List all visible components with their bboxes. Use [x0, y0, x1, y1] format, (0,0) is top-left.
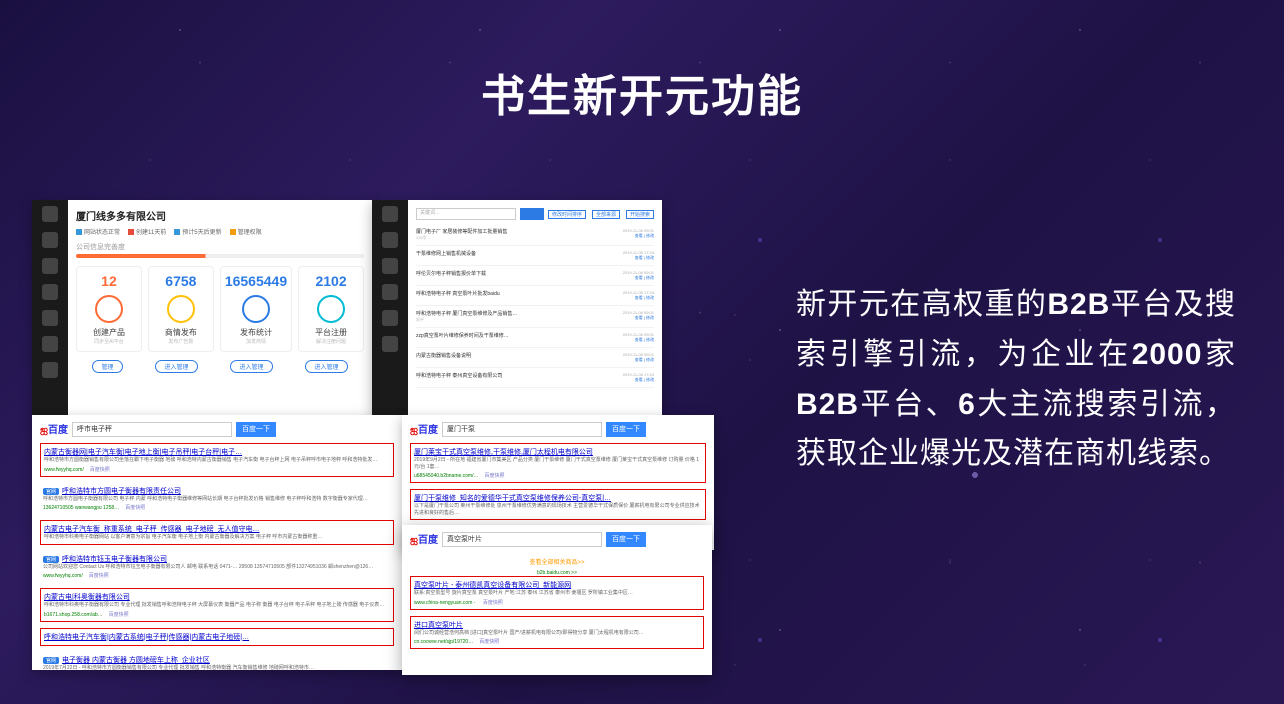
nav-icon: [42, 258, 58, 274]
list-row[interactable]: zzp真空泵叶片维修保养时间及干泵维修…2019-11-06 09:01查看 |…: [416, 328, 654, 348]
screenshot-list: 关键词… 修改时间排序 全部来源 开始搜索 厦门电子厂 家居装修等配件加工批量销…: [372, 200, 662, 415]
filter-button[interactable]: 修改时间排序: [548, 210, 586, 219]
baidu-logo: ஐ百度: [410, 531, 438, 547]
nav-icon: [42, 310, 58, 326]
description-text: 新开元在高权重的B2B平台及搜索引擎引流，为企业在2000家B2B平台、6大主流…: [796, 280, 1236, 479]
stat-label: 商情发布: [153, 327, 209, 338]
stat-number: 12: [81, 273, 137, 289]
search-result[interactable]: 官网呼和浩特市钰玉电子衡器有限公司公司网站欢迎您 Contact Us 呼和浩特…: [40, 551, 394, 583]
search-result[interactable]: 内蒙古电子汽车衡_称重系统_电子秤_传感器_电子地磅_无人值守电…呼和浩特市科奥…: [40, 520, 394, 545]
stat-card: 12 创建产品 同步至AI平台: [76, 266, 142, 352]
list-rows: 厦门电子厂 家居装修等配件加工批量销售235字…2019-11-06 09:01…: [416, 224, 654, 388]
screenshot-dashboard: 厦门线多多有限公司 网站状态正常 创建11天前 预计5天后更新 管理权限 公司信…: [32, 200, 372, 415]
list-row[interactable]: 呼伦贝尔电子秤销售报价单下载2019-11-06 09:01查看 | 修改: [416, 266, 654, 286]
nav-icon: [382, 310, 398, 326]
stat-sub: 同步至AI平台: [81, 338, 137, 345]
list-row[interactable]: 内蒙古衡器销售设备说明2019-11-06 09:01查看 | 修改: [416, 348, 654, 368]
list-row[interactable]: 干泵维修网上销售机械设备2019-11-06 17:24查看 | 修改: [416, 246, 654, 266]
stat-label: 发布统计: [225, 327, 287, 338]
slide-title: 书生新开元功能: [0, 60, 1284, 124]
nav-icon: [42, 362, 58, 378]
list-row[interactable]: 呼和浩特电子秤 厦门真空泵维修及产品销售…知乎2019-11-06 09:01查…: [416, 306, 654, 328]
nav-icon: [382, 258, 398, 274]
stat-number: 16565449: [225, 273, 287, 289]
search-result[interactable]: 官网呼和浩特市方圆电子衡器有限责任公司呼和浩特市方圆电子衡器有限公司 电子秤 内…: [40, 483, 394, 515]
ring-icon: [317, 295, 345, 323]
search-query[interactable]: 真空泵叶片: [442, 532, 602, 547]
screenshot-baidu-right-bot: ஐ百度 真空泵叶片 百度一下 查看全部相关商品>> b2b.baidu.com …: [402, 525, 712, 675]
tag: 网站状态正常: [76, 227, 120, 236]
search-result[interactable]: 呼和浩特电子汽车衡|内蒙古系统|电子秤|传感器|内蒙古电子地磅|…: [40, 628, 394, 646]
search-result[interactable]: 进口真空泵叶片阅们公司诚经营浩何高档 [进口]真空泵叶片 国产/进薪机电有限公司…: [410, 616, 704, 650]
stat-card: 16565449 发布统计 加发商情: [220, 266, 292, 352]
logo-icon: [382, 206, 398, 222]
stat-card: 2102 平台注册 解决注册问题: [298, 266, 364, 352]
screenshot-baidu-left: ஐ百度 呼市电子秤 百度一下 内蒙古衡器网|电子汽车衡|电子地上衡|电子吊秤|电…: [32, 415, 402, 670]
stat-card: 6758 商情发布 发布广告数: [148, 266, 214, 352]
nav-icon: [42, 336, 58, 352]
progress-bar: [76, 254, 364, 258]
tag: 创建11天前: [128, 227, 166, 236]
nav-icon: [382, 336, 398, 352]
search-result[interactable]: 内蒙古电|科奥衡器有限公司呼和浩特市科奥电子衡器有限公司 专业代理 批发销售呼和…: [40, 588, 394, 622]
search-result[interactable]: 厦门莱宝干式真空泵维修,干泵维修,厦门太程机电有限公司2019年9月2日 - 所…: [410, 443, 706, 483]
nav-icon: [382, 284, 398, 300]
stat-sub: 解决注册问题: [303, 338, 359, 345]
stat-label: 平台注册: [303, 327, 359, 338]
tag: 预计5天后更新: [174, 227, 221, 236]
search-button[interactable]: 百度一下: [606, 422, 646, 437]
search-result[interactable]: 厦门干泵维修_知名的爱德华干式真空泵维修保养公司-真空泵|…以下是厦门干泵公司 …: [410, 489, 706, 520]
stat-number: 6758: [153, 273, 209, 289]
ring-icon: [242, 295, 270, 323]
status-tags: 网站状态正常 创建11天前 预计5天后更新 管理权限: [76, 227, 364, 236]
logo-icon: [42, 206, 58, 222]
filter-button[interactable]: 开始搜索: [626, 210, 654, 219]
list-row[interactable]: 厦门电子厂 家居装修等配件加工批量销售235字…2019-11-06 09:01…: [416, 224, 654, 246]
stat-sub: 加发商情: [225, 338, 287, 345]
manage-button[interactable]: 进入管理: [155, 360, 197, 373]
stat-sub: 发布广告数: [153, 338, 209, 345]
ring-icon: [95, 295, 123, 323]
stat-label: 创建产品: [81, 327, 137, 338]
baidu-logo: ஐ百度: [410, 421, 438, 437]
search-query[interactable]: 厦门干泵: [442, 422, 602, 437]
search-result[interactable]: 官网电子衡器 内蒙古衡器 方圆地磅车上称_企业社区2019年7月22日 - 呼和…: [40, 652, 394, 671]
list-row[interactable]: 呼和浩特电子秤 真空泵叶片批发baidu2019-11-06 17:24查看 |…: [416, 286, 654, 306]
search-button[interactable]: [520, 208, 544, 220]
manage-button[interactable]: 进入管理: [230, 360, 272, 373]
search-button[interactable]: 百度一下: [606, 532, 646, 547]
list-row[interactable]: 呼和浩特电子秤 泰州真空设备有限公司2019-11-06 17:24查看 | 修…: [416, 368, 654, 388]
section-label: 公司信息完善度: [76, 242, 364, 252]
nav-icon: [382, 232, 398, 248]
search-result[interactable]: 真空泵叶片 - 泰州德凯真空设备有限公司_新能源网联系:真空泵型号 旋片真空泵 …: [410, 576, 704, 610]
search-result[interactable]: 内蒙古衡器网|电子汽车衡|电子地上衡|电子吊秤|电子台秤|电子…呼和浩特市方圆衡…: [40, 443, 394, 477]
filter-button[interactable]: 全部来源: [592, 210, 620, 219]
ring-icon: [167, 295, 195, 323]
list-sidebar: [372, 200, 408, 415]
manage-button[interactable]: 进入管理: [305, 360, 347, 373]
stat-number: 2102: [303, 273, 359, 289]
tag: 管理权限: [230, 227, 262, 236]
nav-icon: [42, 232, 58, 248]
company-name: 厦门线多多有限公司: [76, 208, 364, 223]
nav-icon: [42, 284, 58, 300]
search-query[interactable]: 呼市电子秤: [72, 422, 232, 437]
screenshot-collage: 厦门线多多有限公司 网站状态正常 创建11天前 预计5天后更新 管理权限 公司信…: [32, 200, 712, 670]
baidu-logo: ஐ百度: [40, 421, 68, 437]
search-button[interactable]: 百度一下: [236, 422, 276, 437]
related-tip: 查看全部相关商品>>: [402, 557, 712, 566]
dashboard-sidebar: [32, 200, 68, 415]
search-input[interactable]: 关键词…: [416, 208, 516, 220]
manage-button[interactable]: 管理: [92, 360, 122, 373]
